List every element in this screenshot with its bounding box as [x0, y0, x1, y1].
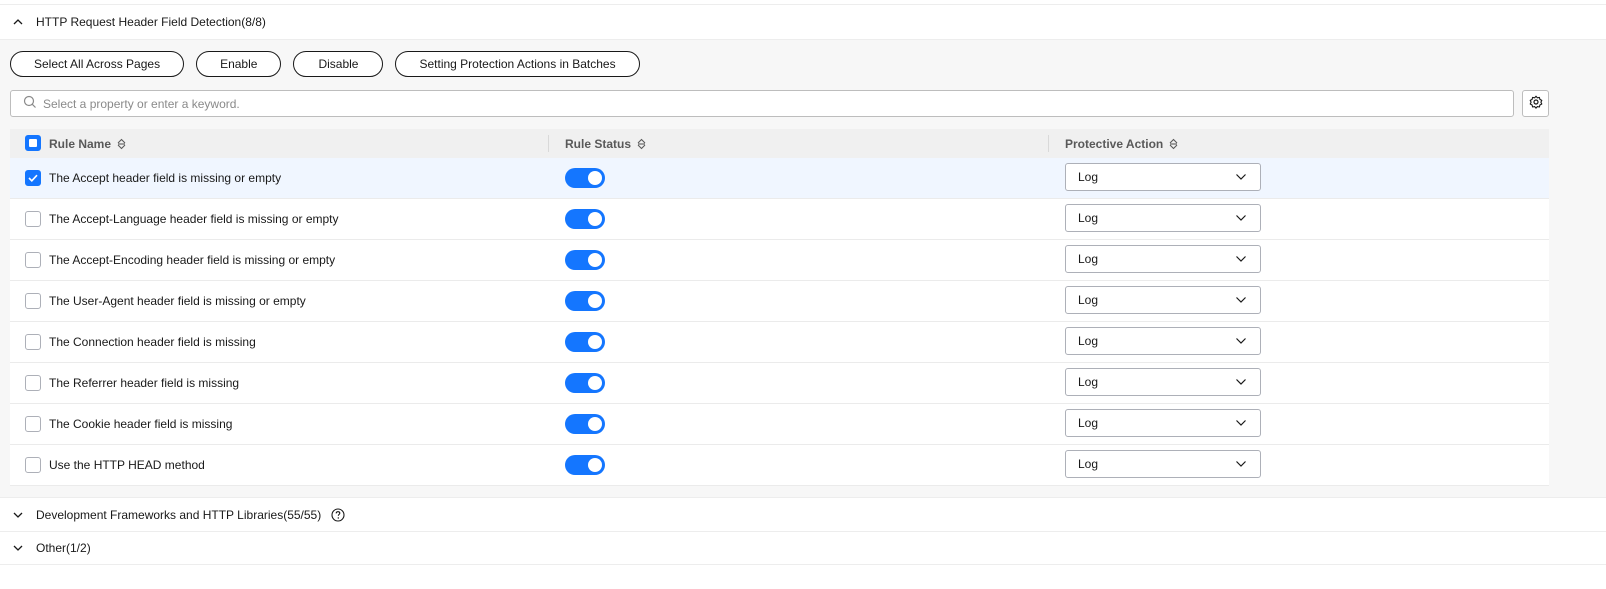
table-body: The Accept header field is missing or em… [10, 158, 1549, 486]
chevron-up-icon[interactable] [0, 5, 36, 38]
selected-action: Log [1078, 334, 1099, 348]
row-checkbox[interactable] [25, 170, 41, 186]
rules-table: Rule Name Rule Status Protective Action [10, 129, 1549, 486]
chevron-down-icon [1235, 170, 1247, 184]
row-checkbox[interactable] [25, 416, 41, 432]
selected-action: Log [1078, 211, 1099, 225]
select-all-across-pages-button[interactable]: Select All Across Pages [10, 51, 185, 77]
batch-protection-actions-button[interactable]: Setting Protection Actions in Batches [395, 51, 640, 77]
selected-action: Log [1078, 252, 1099, 266]
rule-status-toggle[interactable] [565, 291, 605, 311]
chevron-down-icon [1235, 375, 1247, 389]
row-checkbox[interactable] [25, 293, 41, 309]
row-checkbox[interactable] [25, 334, 41, 350]
table-row[interactable]: Use the HTTP HEAD method Log [10, 445, 1549, 486]
protective-action-select[interactable]: Log [1065, 163, 1261, 191]
table-row[interactable]: The Accept-Encoding header field is miss… [10, 240, 1549, 281]
sort-icon[interactable] [116, 138, 127, 150]
section-title: Development Frameworks and HTTP Librarie… [36, 507, 322, 522]
protective-action-select[interactable]: Log [1065, 245, 1261, 273]
check-icon [28, 174, 38, 182]
column-rule-name[interactable]: Rule Name [49, 129, 127, 158]
column-label: Rule Status [565, 136, 632, 151]
sort-icon[interactable] [1168, 138, 1179, 150]
rule-status-toggle[interactable] [565, 168, 605, 188]
table-row[interactable]: The Connection header field is missing Lo… [10, 322, 1549, 363]
help-icon[interactable] [331, 507, 345, 522]
row-checkbox[interactable] [25, 375, 41, 391]
rule-status-toggle[interactable] [565, 373, 605, 393]
table-row[interactable]: The Accept header field is missing or em… [10, 158, 1549, 199]
table-row[interactable]: The User-Agent header field is missing o… [10, 281, 1549, 322]
table-row[interactable]: The Accept-Language header field is miss… [10, 199, 1549, 240]
rule-status-toggle[interactable] [565, 209, 605, 229]
column-divider[interactable] [548, 135, 549, 152]
protective-action-select[interactable]: Log [1065, 409, 1261, 437]
column-label: Rule Name [49, 136, 112, 151]
protective-action-select[interactable]: Log [1065, 327, 1261, 355]
rule-name: The Accept-Encoding header field is miss… [49, 253, 336, 267]
row-checkbox[interactable] [25, 457, 41, 473]
protective-action-select[interactable]: Log [1065, 286, 1261, 314]
section-other[interactable]: Other(1/2) [0, 531, 1606, 565]
enable-button[interactable]: Enable [196, 51, 282, 77]
selected-action: Log [1078, 416, 1099, 430]
protective-action-select[interactable]: Log [1065, 368, 1261, 396]
selected-action: Log [1078, 293, 1099, 307]
table-settings-button[interactable] [1522, 90, 1549, 117]
rule-name: The User-Agent header field is missing o… [49, 294, 306, 308]
column-divider[interactable] [1048, 135, 1049, 152]
chevron-down-icon [1235, 293, 1247, 307]
section-http-header[interactable]: HTTP Request Header Field Detection(8/8) [0, 4, 1606, 38]
rule-status-toggle[interactable] [565, 414, 605, 434]
table-header: Rule Name Rule Status Protective Action [10, 129, 1549, 158]
section-title: Other(1/2) [36, 541, 91, 555]
chevron-down-icon [1235, 211, 1247, 225]
chevron-down-icon [1235, 252, 1247, 266]
chevron-down-icon[interactable] [0, 498, 36, 531]
table-row[interactable]: The Referrer header field is missing Log [10, 363, 1549, 404]
rule-name: The Accept-Language header field is miss… [49, 212, 339, 226]
selected-action: Log [1078, 375, 1099, 389]
protective-action-select[interactable]: Log [1065, 450, 1261, 478]
search-icon [23, 95, 37, 112]
sort-icon[interactable] [636, 138, 647, 150]
disable-button[interactable]: Disable [293, 51, 384, 77]
chevron-down-icon [1235, 416, 1247, 430]
section-frameworks[interactable]: Development Frameworks and HTTP Librarie… [0, 497, 1606, 531]
gear-icon [1529, 95, 1543, 112]
toolbar: Select All Across Pages Enable Disable S… [10, 51, 640, 77]
row-checkbox[interactable] [25, 211, 41, 227]
column-protective-action[interactable]: Protective Action [1065, 129, 1179, 158]
chevron-down-icon [1235, 457, 1247, 471]
section-body: Select All Across Pages Enable Disable S… [0, 39, 1606, 497]
selected-action: Log [1078, 170, 1099, 184]
column-rule-status[interactable]: Rule Status [565, 129, 647, 158]
rule-name: Use the HTTP HEAD method [49, 458, 205, 472]
selected-action: Log [1078, 457, 1099, 471]
rule-name: The Cookie header field is missing [49, 417, 233, 431]
row-checkbox[interactable] [25, 252, 41, 268]
protective-action-select[interactable]: Log [1065, 204, 1261, 232]
column-label: Protective Action [1065, 136, 1164, 151]
chevron-down-icon[interactable] [0, 532, 36, 564]
rule-status-toggle[interactable] [565, 455, 605, 475]
search-box[interactable] [10, 90, 1514, 117]
section-title: HTTP Request Header Field Detection(8/8) [36, 14, 266, 29]
chevron-down-icon [1235, 334, 1247, 348]
select-all-checkbox[interactable] [25, 135, 41, 151]
rule-status-toggle[interactable] [565, 250, 605, 270]
rule-name: The Connection header field is missing [49, 335, 256, 349]
search-input[interactable] [43, 96, 1503, 111]
rule-name: The Referrer header field is missing [49, 376, 240, 390]
rule-name: The Accept header field is missing or em… [49, 171, 282, 185]
table-row[interactable]: The Cookie header field is missing Log [10, 404, 1549, 445]
rule-status-toggle[interactable] [565, 332, 605, 352]
